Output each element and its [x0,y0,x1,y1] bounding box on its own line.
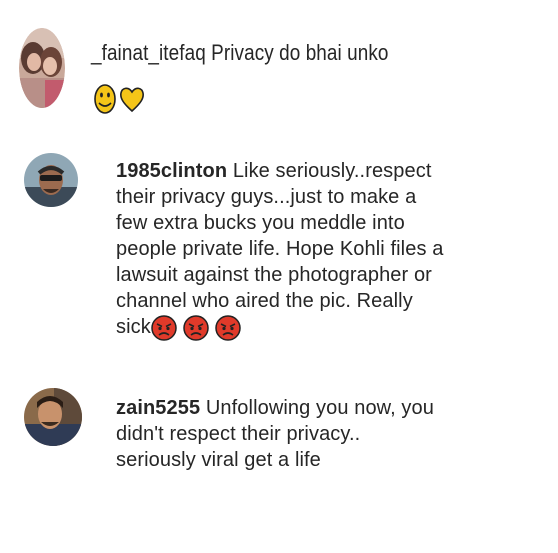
comment-text-line: few extra bucks you meddle into [116,212,405,234]
comment-text-line: Like seriously..respect [232,160,432,182]
angry-face-icon [183,314,209,341]
comment-username[interactable]: zain5255 [116,397,200,419]
angry-face-icon [151,314,177,341]
angry-face-icon [215,314,241,341]
avatar-image [24,388,82,446]
user-avatar[interactable] [24,388,82,446]
yellow-heart-icon [120,87,144,113]
comment-body: 1985clinton Like seriously..respect thei… [116,158,546,341]
emoji-group [94,84,145,114]
user-avatar[interactable] [19,28,65,108]
avatar-image [19,28,65,108]
comment-text-line: seriously viral get a life [116,449,321,471]
comment-text-line: people private life. Hope Kohli files a [116,238,444,260]
slightly-smiling-face-icon [94,84,116,114]
comment-text-line: their privacy guys...just to make a [116,186,417,208]
comment-text-line: sick [116,316,151,338]
comment-body: _fainat_itefaq Privacy do bhai unko [91,40,558,66]
comment-text-line: didn't respect their privacy.. [116,423,361,445]
comment-text: Privacy do bhai unko [211,40,389,65]
comment-text-line: channel who aired the pic. Really [116,290,413,312]
comment-body: zain5255 Unfollowing you now, you didn't… [116,395,546,473]
comment-username[interactable]: 1985clinton [116,160,227,182]
avatar-image [24,153,78,207]
emoji-group [151,314,241,341]
comment-text-line: lawsuit against the photographer or [116,264,432,286]
comment-username[interactable]: _fainat_itefaq [91,40,206,65]
comment-text-line: Unfollowing you now, you [205,397,434,419]
user-avatar[interactable] [24,153,78,207]
